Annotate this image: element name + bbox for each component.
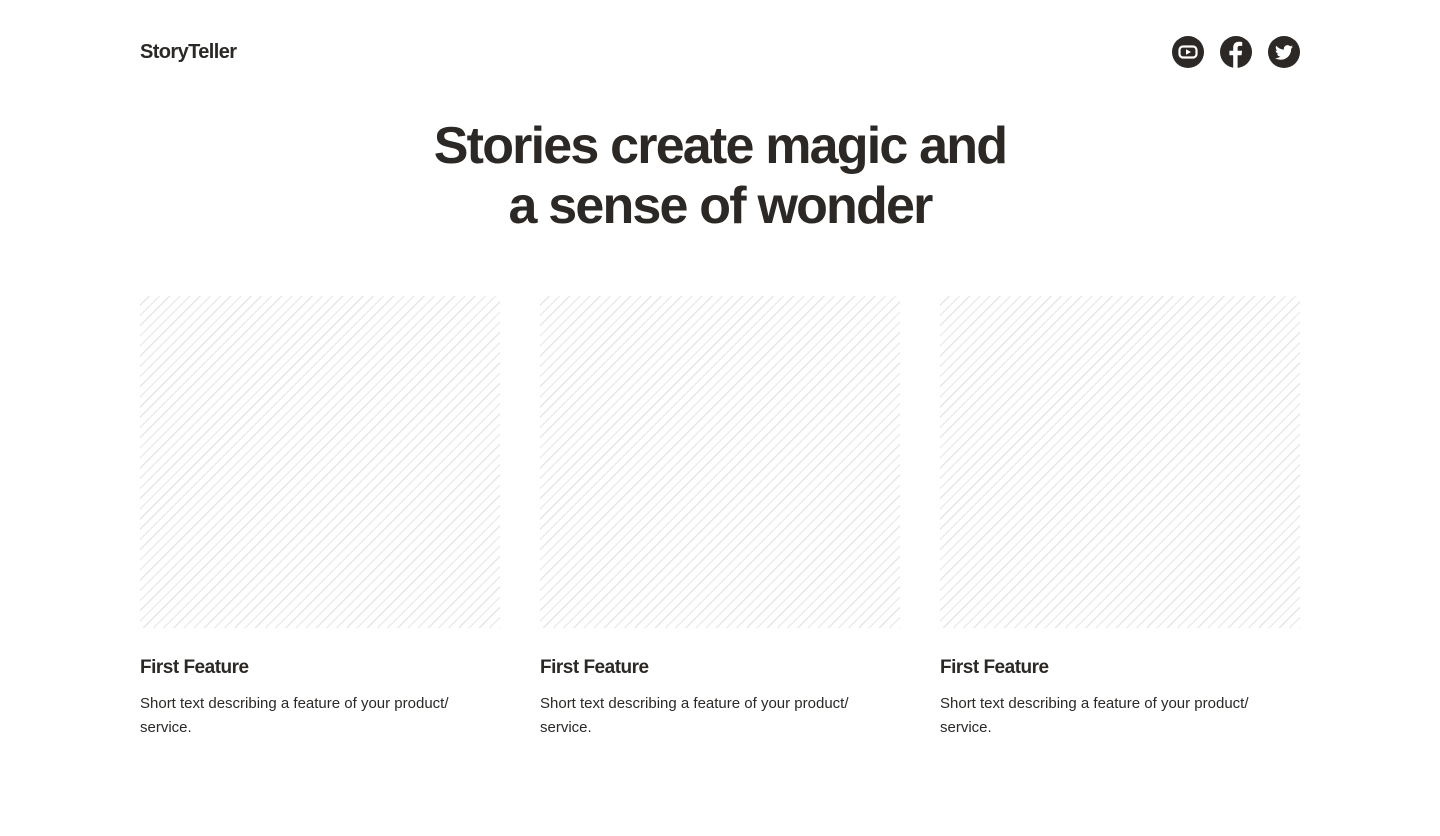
youtube-icon[interactable] — [1172, 36, 1204, 68]
feature-image-placeholder — [540, 296, 900, 628]
social-links — [1172, 36, 1300, 68]
feature-description: Short text describing a feature of your … — [940, 695, 1249, 736]
feature-image-placeholder — [940, 296, 1300, 628]
hero-section: Stories create magic and a sense of wond… — [0, 116, 1440, 236]
twitter-icon[interactable] — [1268, 36, 1300, 68]
brand-logo[interactable]: StoryTeller — [140, 41, 237, 64]
feature-title: First Feature — [940, 657, 1049, 678]
features-grid: First Feature Short text describing a fe… — [140, 296, 1300, 740]
site-header: StoryTeller — [140, 36, 1300, 68]
feature-card: First Feature Short text describing a fe… — [540, 296, 900, 740]
feature-card: First Feature Short text describing a fe… — [140, 296, 500, 740]
hero-title: Stories create magic and a sense of wond… — [0, 116, 1440, 236]
hero-title-line-1: Stories create magic and — [433, 117, 1008, 175]
feature-card: First Feature Short text describing a fe… — [940, 296, 1300, 740]
hero-title-line-2: a sense of wonder — [508, 177, 933, 235]
feature-image-placeholder — [140, 296, 500, 628]
feature-title: First Feature — [540, 657, 649, 678]
facebook-icon[interactable] — [1220, 36, 1252, 68]
feature-description: Short text describing a feature of your … — [540, 695, 849, 736]
feature-title: First Feature — [140, 657, 249, 678]
feature-description: Short text describing a feature of your … — [140, 695, 449, 736]
page: StoryTeller Stories create magic and a s… — [0, 0, 1440, 836]
